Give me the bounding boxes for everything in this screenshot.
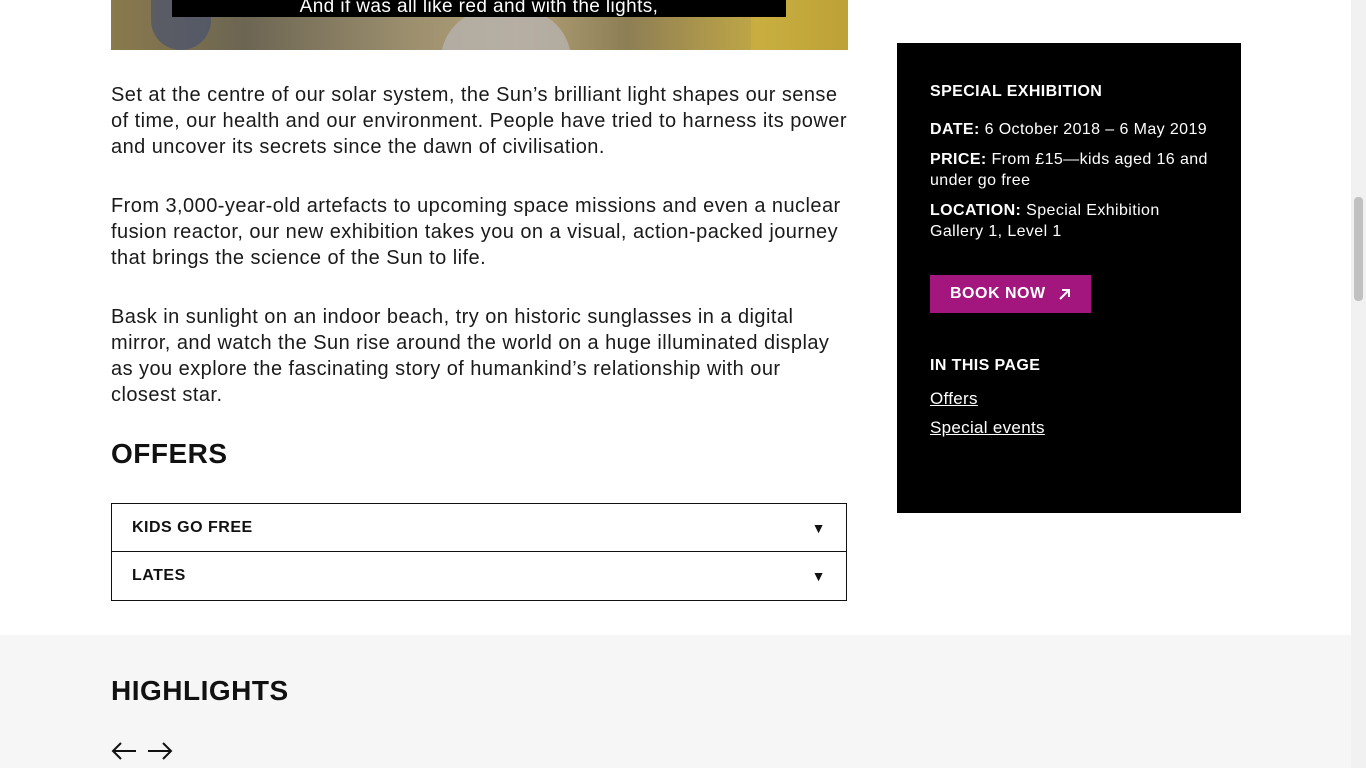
external-link-arrow-icon [1058, 288, 1071, 301]
location-label: LOCATION: [930, 202, 1022, 219]
arrow-left-icon[interactable] [111, 741, 137, 766]
video-player[interactable]: And if was all like red and with the lig… [111, 0, 848, 50]
in-page-heading: IN THIS PAGE [930, 357, 1041, 374]
triangle-down-icon: ▼ [811, 568, 826, 584]
price-info: PRICE: From £15—kids aged 16 and under g… [930, 149, 1208, 191]
arrow-right-icon[interactable] [147, 741, 173, 766]
highlights-heading: HIGHLIGHTS [111, 675, 289, 706]
triangle-down-icon: ▼ [811, 519, 826, 536]
date-value: 6 October 2018 – 6 May 2019 [984, 121, 1208, 138]
highlights-section: HIGHLIGHTS [0, 635, 1351, 768]
price-label: PRICE: [930, 151, 987, 168]
carousel-controls [111, 741, 173, 766]
date-label: DATE: [930, 121, 980, 138]
offer-label: LATES [132, 567, 186, 584]
location-info: LOCATION: Special Exhibition Gallery 1, … [930, 200, 1208, 242]
offer-lates[interactable]: LATES ▼ [111, 552, 847, 601]
book-now-button[interactable]: BOOK NOW [930, 275, 1091, 313]
offers-heading: OFFERS [111, 438, 228, 469]
date-info: DATE: 6 October 2018 – 6 May 2019 [930, 119, 1208, 140]
video-caption: And if was all like red and with the lig… [172, 0, 786, 17]
book-now-label: BOOK NOW [950, 285, 1046, 302]
offers-accordion: KIDS GO FREE ▼ LATES ▼ [111, 503, 847, 601]
description-paragraph: From 3,000-year-old artefacts to upcomin… [111, 195, 841, 269]
panel-heading: SPECIAL EXHIBITION [930, 83, 1103, 100]
description-paragraph: Set at the centre of our solar system, t… [111, 84, 847, 158]
in-page-link-special-events[interactable]: Special events [930, 418, 1208, 438]
offer-label: KIDS GO FREE [132, 518, 253, 536]
scrollbar-thumb[interactable] [1354, 197, 1363, 301]
offer-kids-go-free[interactable]: KIDS GO FREE ▼ [111, 503, 847, 552]
exhibition-info-panel: SPECIAL EXHIBITION DATE: 6 October 2018 … [897, 43, 1241, 513]
page-scrollbar[interactable] [1351, 0, 1366, 768]
in-page-link-offers[interactable]: Offers [930, 389, 1208, 409]
description-paragraph: Bask in sunlight on an indoor beach, try… [111, 306, 830, 406]
exhibition-description: Set at the centre of our solar system, t… [111, 82, 851, 441]
